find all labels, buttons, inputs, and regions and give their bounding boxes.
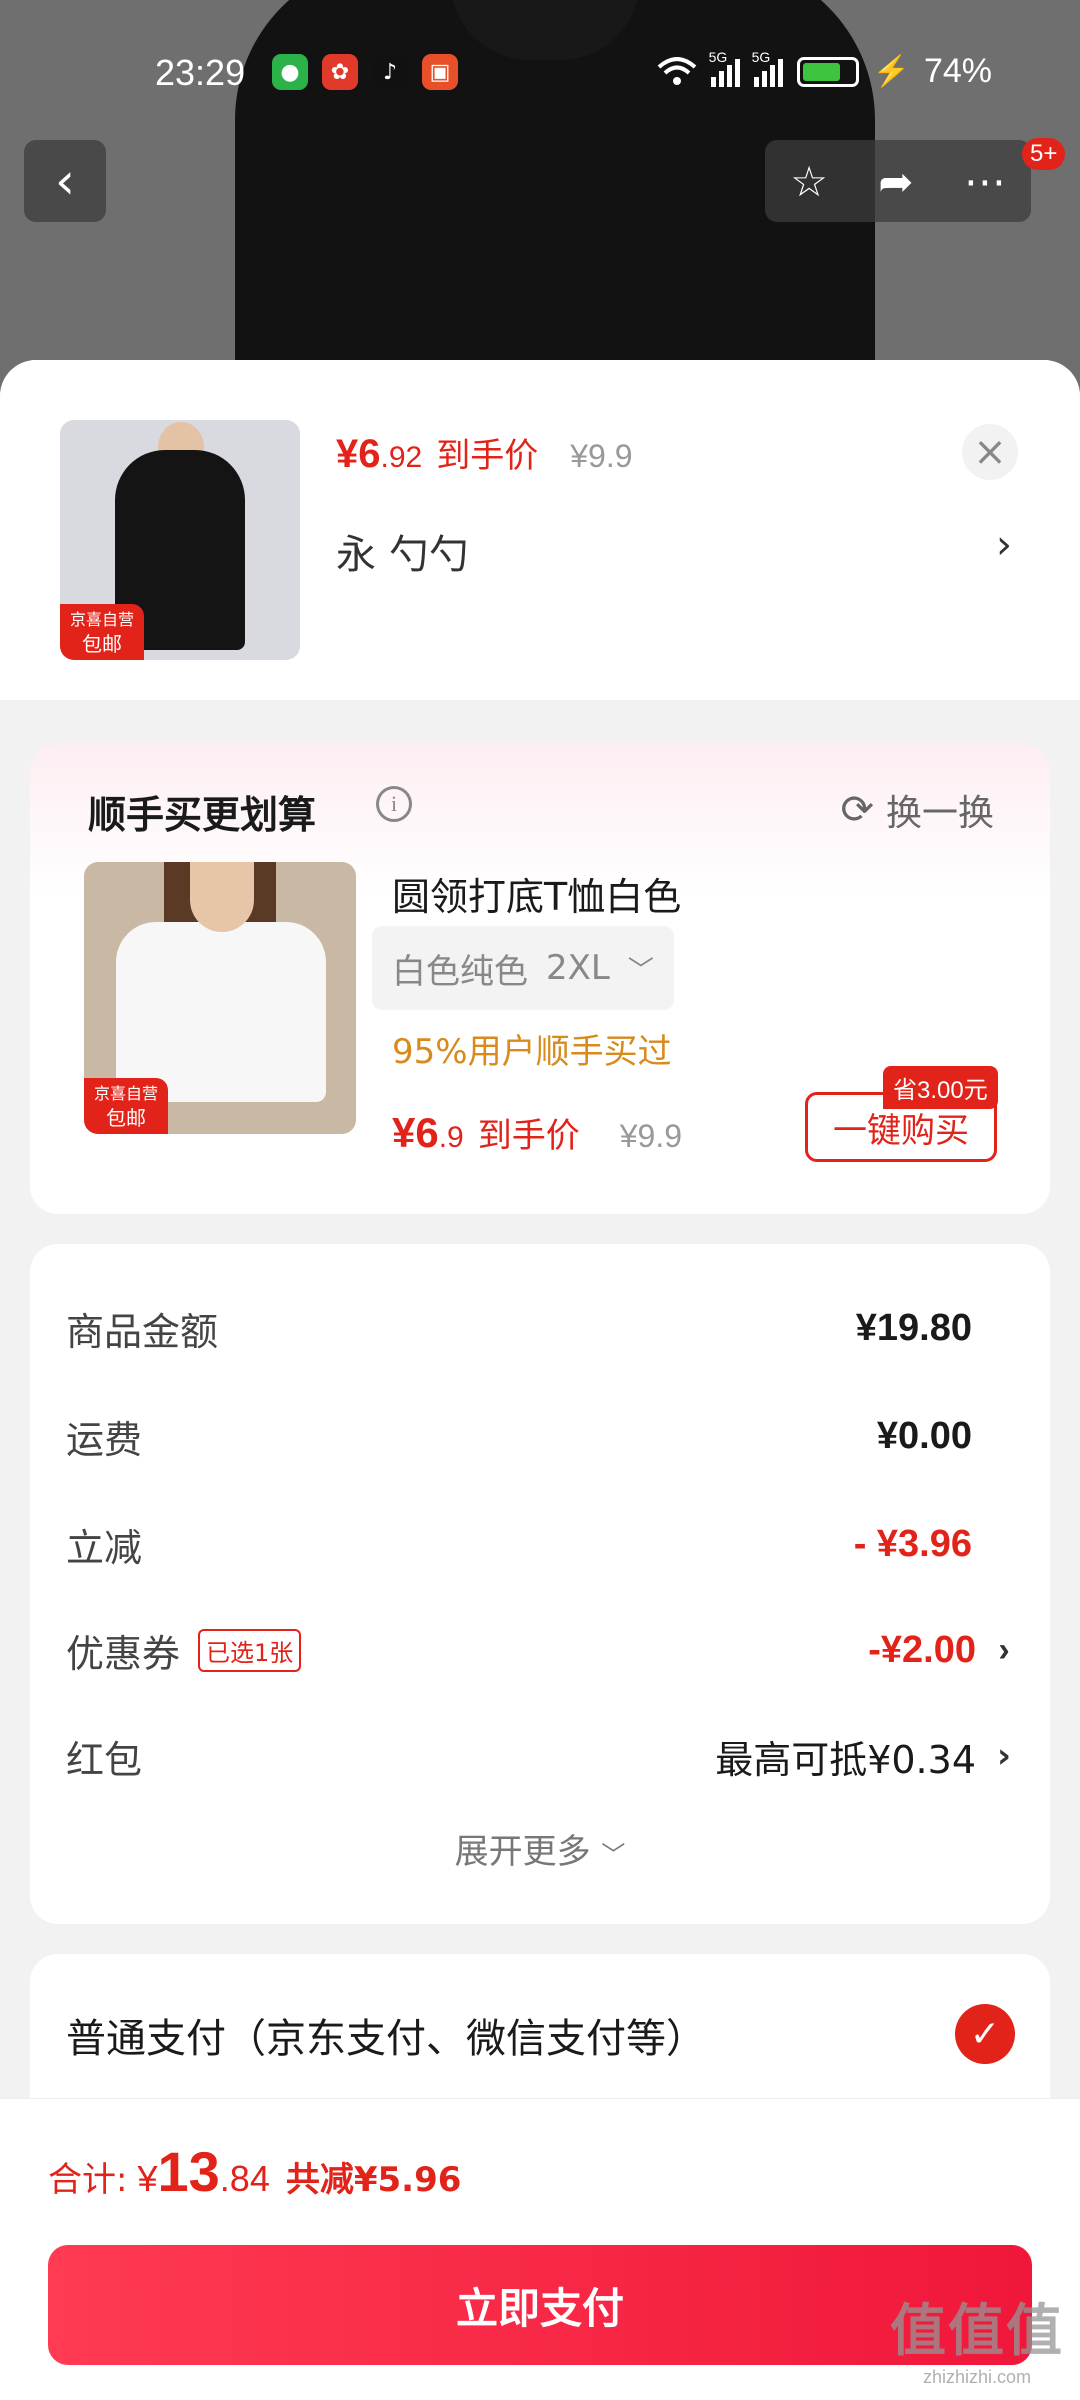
summary-row-coupon[interactable]: 优惠券 已选1张 -¥2.00 › <box>66 1620 1016 1680</box>
chat-app-icon: ● <box>272 54 308 90</box>
save-badge: 省3.00元 <box>883 1066 998 1109</box>
upsell-item-name[interactable]: 圆领打底T恤白色 <box>392 866 681 921</box>
product-spec[interactable]: 永 勺勺 <box>336 522 469 580</box>
share-icon[interactable]: ➦ <box>878 157 913 206</box>
notification-icons: ● ✿ ♪ ▣ <box>272 54 458 90</box>
back-button[interactable]: ‹ <box>24 140 106 222</box>
order-total: 合计: ¥13.84 共减¥5.96 <box>48 2140 462 2203</box>
signal-icon: 5G <box>709 49 740 87</box>
summary-row-shipping: 运费 ¥0.00 <box>66 1414 972 1462</box>
upsell-price: ¥6.9 到手价 ¥9.9 <box>392 1109 683 1156</box>
check-icon[interactable]: ✓ <box>955 2004 1015 2064</box>
shopping-app-icon: ✿ <box>322 54 358 90</box>
expand-more-button[interactable]: 展开更多 ﹀ <box>30 1824 1050 1873</box>
video-app-icon: ▣ <box>422 54 458 90</box>
chevron-down-icon: ﹀ <box>601 1841 626 1869</box>
close-button[interactable]: × <box>962 424 1018 480</box>
price-tag: 到手价 <box>477 1116 580 1156</box>
message-badge: 5+ <box>1022 138 1066 170</box>
order-summary-card: 商品金额 ¥19.80 运费 ¥0.00 立减 - ¥3.96 优惠券 已选1张… <box>30 1244 1050 1924</box>
status-time: 23:29 <box>155 52 246 93</box>
status-bar: 23:29 ● ✿ ♪ ▣ 5G 5G ⚡ 74% <box>0 44 1080 104</box>
battery-percent: 74% <box>923 52 992 90</box>
summary-row-redpacket[interactable]: 红包 最高可抵¥0.34 › <box>66 1726 1016 1786</box>
upsell-card: 顺手买更划算 i ⟳ 换一换 京喜自营 包邮 圆领打底T恤白色 白色纯色 2XL… <box>30 744 1050 1214</box>
top-actions: ☆ ➦ ⋯ <box>765 140 1031 222</box>
product-price: ¥6.92 到手价 ¥9.9 <box>336 428 633 477</box>
price-tag: 到手价 <box>436 436 539 476</box>
upsell-hint: 95%用户顺手买过 <box>392 1032 672 1072</box>
signal-icon-2: 5G <box>752 49 783 87</box>
refresh-button[interactable]: ⟳ 换一换 <box>840 784 994 836</box>
charging-icon: ⚡ <box>872 55 910 88</box>
upsell-title: 顺手买更划算 <box>88 793 317 837</box>
checkout-bottom-bar: 合计: ¥13.84 共减¥5.96 立即支付 值值值 zhizhizhi.co… <box>0 2098 1080 2400</box>
tiktok-icon: ♪ <box>372 54 408 90</box>
star-icon[interactable]: ☆ <box>790 157 828 206</box>
payment-method-label: 普通支付（京东支付、微信支付等） <box>66 2016 706 2062</box>
shipping-badge: 京喜自营 包邮 <box>84 1078 169 1134</box>
close-icon: × <box>973 429 1007 475</box>
system-status: 5G 5G ⚡ 74% <box>657 49 992 91</box>
chevron-down-icon: ﹀ <box>627 955 654 986</box>
chevron-right-icon[interactable]: › <box>996 522 1012 568</box>
info-icon[interactable]: i <box>376 786 412 822</box>
refresh-icon: ⟳ <box>840 787 874 833</box>
battery-icon <box>796 56 859 87</box>
chevron-left-icon: ‹ <box>55 152 75 210</box>
original-price: ¥9.9 <box>619 1118 683 1154</box>
upsell-spec-selector[interactable]: 白色纯色 2XL ﹀ <box>372 926 674 1010</box>
shipping-badge: 京喜自营 包邮 <box>60 604 145 660</box>
summary-row-goods: 商品金额 ¥19.80 <box>66 1306 972 1354</box>
wifi-icon <box>657 56 696 85</box>
original-price: ¥9.9 <box>570 438 633 474</box>
product-thumbnail: 京喜自营 包邮 <box>60 420 300 660</box>
chevron-right-icon: › <box>996 1736 1011 1776</box>
pay-now-button[interactable]: 立即支付 <box>48 2245 1032 2365</box>
coupon-selected-tag: 已选1张 <box>198 1628 302 1672</box>
more-icon[interactable]: ⋯ <box>964 157 1006 206</box>
chevron-right-icon: › <box>998 1630 1010 1669</box>
site-watermark: 值值值 zhizhizhi.com <box>890 2299 1064 2387</box>
upsell-thumbnail[interactable]: 京喜自营 包邮 <box>84 862 356 1134</box>
total-saved: 共减¥5.96 <box>285 2160 462 2200</box>
summary-row-discount: 立减 - ¥3.96 <box>66 1522 972 1570</box>
